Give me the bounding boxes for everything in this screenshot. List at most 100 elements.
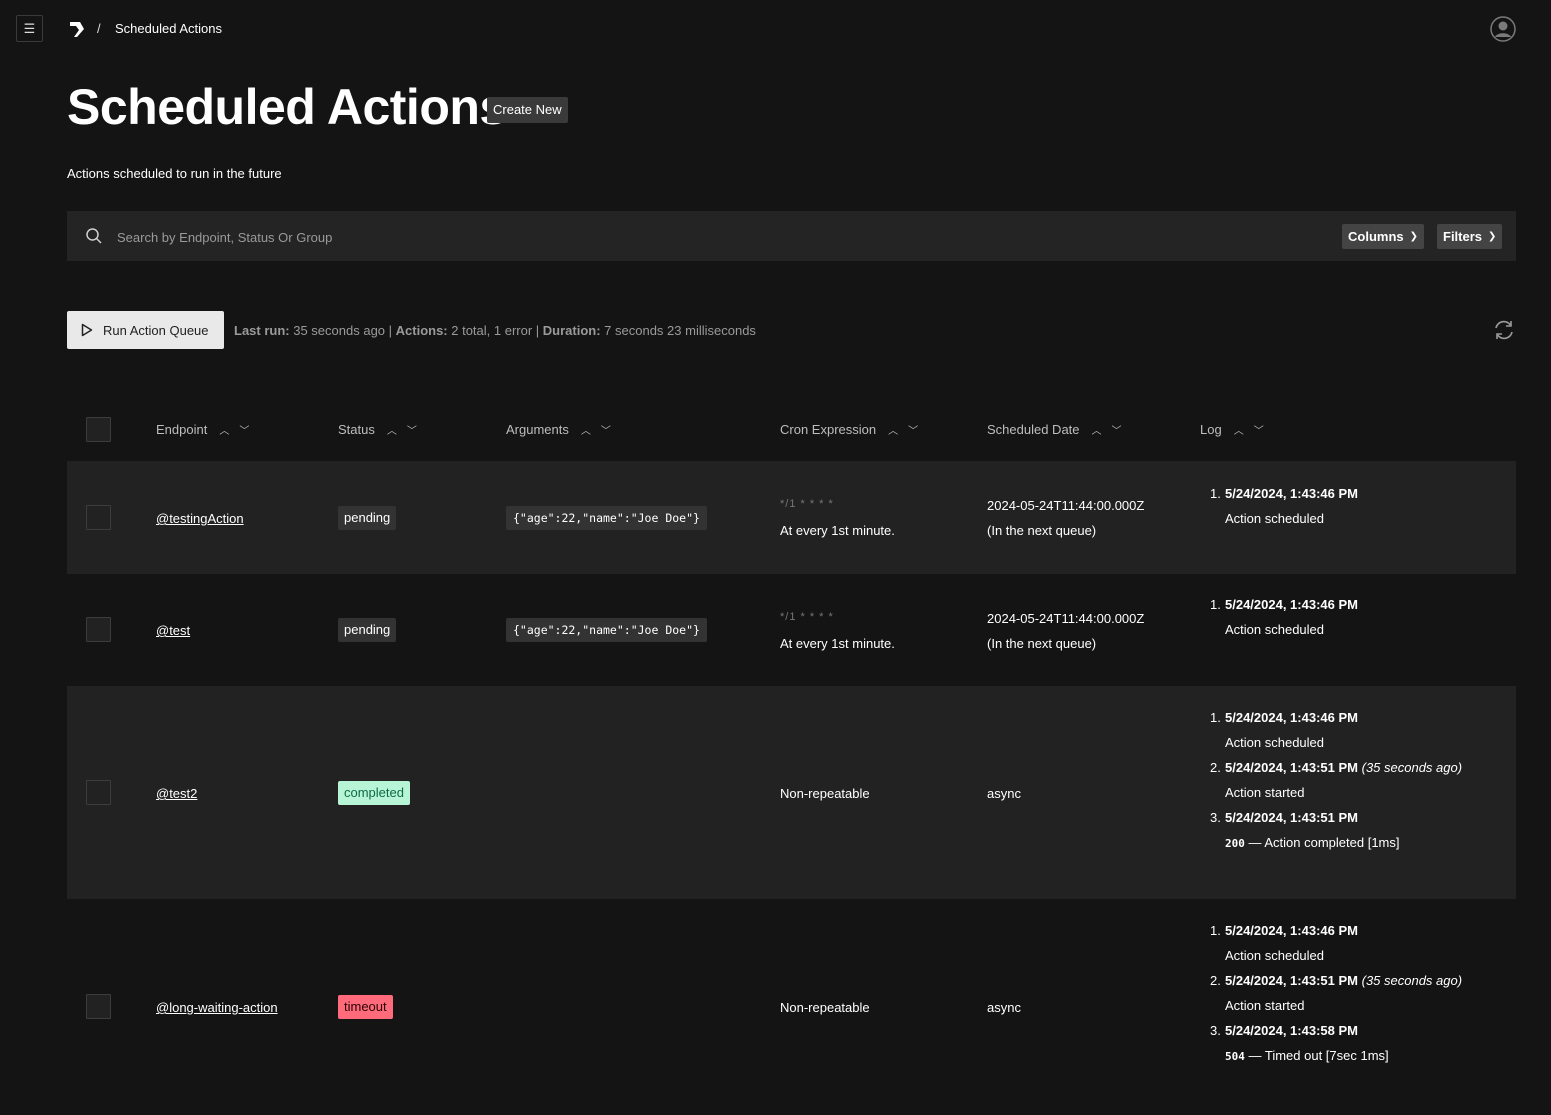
refresh-icon[interactable] <box>1492 319 1516 341</box>
table-row[interactable]: @test2 completed Non-repeatable async 1.… <box>67 686 1516 899</box>
actions-label: Actions: <box>395 323 448 338</box>
log-status-code: 200 <box>1225 837 1245 850</box>
sort-desc-icon[interactable]: ﹀ <box>1254 422 1264 437</box>
log-relative-time: (35 seconds ago) <box>1361 973 1463 988</box>
search-input[interactable] <box>117 225 817 249</box>
log-message: Action scheduled <box>1225 735 1325 750</box>
menu-button[interactable]: ☰ <box>16 15 43 42</box>
sort-asc-icon[interactable]: ︿ <box>581 422 591 437</box>
log-list: 1. 5/24/2024, 1:43:46 PM Action schedule… <box>1210 918 1462 1069</box>
status-badge: pending <box>338 618 397 642</box>
sort-desc-icon[interactable]: ﹀ <box>1112 422 1122 437</box>
log-timestamp: 5/24/2024, 1:43:58 PM <box>1225 1023 1358 1038</box>
sort-asc-icon[interactable]: ︿ <box>888 422 898 437</box>
log-status-code: 504 <box>1225 1050 1245 1063</box>
row-checkbox[interactable] <box>86 617 111 642</box>
last-run-label: Last run: <box>234 323 290 338</box>
log-entry: 1. 5/24/2024, 1:43:46 PM Action schedule… <box>1210 597 1358 637</box>
search-icon <box>86 228 102 244</box>
breadcrumb-separator: / <box>97 21 101 36</box>
log-entry: 2. 5/24/2024, 1:43:51 PM (35 seconds ago… <box>1210 760 1463 800</box>
log-timestamp: 5/24/2024, 1:43:46 PM <box>1225 486 1358 501</box>
log-entry: 1. 5/24/2024, 1:43:46 PM Action schedule… <box>1210 710 1358 750</box>
log-timestamp: 5/24/2024, 1:43:46 PM <box>1225 710 1358 725</box>
user-avatar-icon[interactable] <box>1490 16 1516 42</box>
status-cell: pending <box>338 506 397 530</box>
duration-value: 7 seconds 23 milliseconds <box>600 323 756 338</box>
log-message: Action started <box>1225 785 1305 800</box>
table-row[interactable]: @long-waiting-action timeout Non-repeata… <box>67 899 1516 1115</box>
select-all-checkbox[interactable] <box>86 417 111 442</box>
cron-description: At every 1st minute. <box>780 523 895 538</box>
scheduled-date: async <box>987 1000 1021 1015</box>
log-list: 1. 5/24/2024, 1:43:46 PM Action schedule… <box>1210 481 1358 531</box>
log-message: — Action completed [1ms] <box>1244 835 1400 850</box>
log-list: 1. 5/24/2024, 1:43:46 PM Action schedule… <box>1210 705 1462 856</box>
row-checkbox[interactable] <box>86 505 111 530</box>
page-title: Scheduled Actions <box>67 79 507 135</box>
breadcrumb-current[interactable]: Scheduled Actions <box>115 21 222 36</box>
columns-dropdown[interactable]: Columns ❯ <box>1342 224 1425 249</box>
sort-asc-icon[interactable]: ︿ <box>1234 422 1244 437</box>
scheduled-date: async <box>987 786 1021 801</box>
chevron-down-icon: ❯ <box>1488 231 1497 242</box>
filters-label: Filters <box>1443 229 1483 244</box>
sort-asc-icon[interactable]: ︿ <box>1092 422 1102 437</box>
endpoint-link[interactable]: @test2 <box>156 786 197 801</box>
log-relative-time: (35 seconds ago) <box>1361 760 1463 775</box>
status-badge: pending <box>338 506 397 530</box>
cron-description: Non-repeatable <box>780 786 870 801</box>
row-checkbox[interactable] <box>86 994 111 1019</box>
arguments-json: {"age":22,"name":"Joe Doe"} <box>506 618 707 642</box>
last-run-value: 35 seconds ago | <box>289 323 396 338</box>
table-header: Endpoint ︿ ﹀ Status ︿ ﹀ Arguments ︿ ﹀ Cron … <box>67 410 1516 450</box>
arguments-json: {"age":22,"name":"Joe Doe"} <box>506 506 707 530</box>
status-badge: timeout <box>338 995 393 1019</box>
log-entry: 1. 5/24/2024, 1:43:46 PM Action schedule… <box>1210 486 1358 526</box>
sort-desc-icon[interactable]: ﹀ <box>601 422 611 437</box>
log-timestamp: 5/24/2024, 1:43:46 PM <box>1225 597 1358 612</box>
log-timestamp: 5/24/2024, 1:43:51 PM <box>1225 973 1358 988</box>
column-header-log[interactable]: Log ︿ ﹀ <box>1200 422 1264 437</box>
column-header-endpoint[interactable]: Endpoint ︿ ﹀ <box>156 422 249 437</box>
column-header-scheduled-date[interactable]: Scheduled Date ︿ ﹀ <box>987 422 1122 437</box>
cron-description: At every 1st minute. <box>780 636 895 651</box>
table-row[interactable]: @testingAction pending {"age":22,"name":… <box>67 461 1516 574</box>
log-message: Action scheduled <box>1225 622 1325 637</box>
scheduled-date: 2024-05-24T11:44:00.000Z <box>987 611 1145 626</box>
chevron-down-icon: ❯ <box>1409 231 1419 242</box>
scheduled-date-note: (In the next queue) <box>987 636 1097 651</box>
page-subtitle: Actions scheduled to run in the future <box>67 166 282 181</box>
status-cell: timeout <box>338 995 393 1019</box>
log-list: 1. 5/24/2024, 1:43:46 PM Action schedule… <box>1210 592 1358 642</box>
log-timestamp: 5/24/2024, 1:43:51 PM <box>1225 760 1358 775</box>
cron-expression: */1 * * * * <box>780 611 834 623</box>
column-header-arguments[interactable]: Arguments ︿ ﹀ <box>506 422 611 437</box>
cron-description: Non-repeatable <box>780 1000 870 1015</box>
row-checkbox[interactable] <box>86 780 111 805</box>
endpoint-link[interactable]: @long-waiting-action <box>156 1000 278 1015</box>
log-entry: 3. 5/24/2024, 1:43:51 PM 200 — Action co… <box>1210 810 1400 850</box>
run-action-queue-button[interactable]: Run Action Queue <box>67 311 224 349</box>
search-bar: Columns ❯ Filters ❯ <box>67 211 1516 261</box>
filters-dropdown[interactable]: Filters ❯ <box>1437 224 1503 249</box>
sort-desc-icon[interactable]: ﹀ <box>407 422 417 437</box>
table-row[interactable]: @test pending {"age":22,"name":"Joe Doe"… <box>67 574 1516 686</box>
sort-desc-icon[interactable]: ﹀ <box>239 422 249 437</box>
column-header-status[interactable]: Status ︿ ﹀ <box>338 422 417 437</box>
log-message: Action scheduled <box>1225 948 1325 963</box>
endpoint-link[interactable]: @test <box>156 623 190 638</box>
columns-label: Columns <box>1348 229 1404 244</box>
log-message: — Timed out [7sec 1ms] <box>1244 1048 1389 1063</box>
create-new-button[interactable]: Create New <box>487 97 568 123</box>
endpoint-link[interactable]: @testingAction <box>156 511 244 526</box>
run-action-queue-label: Run Action Queue <box>103 322 209 338</box>
sort-desc-icon[interactable]: ﹀ <box>908 422 918 437</box>
column-header-cron-expression[interactable]: Cron Expression ︿ ﹀ <box>780 422 918 437</box>
sort-asc-icon[interactable]: ︿ <box>219 422 229 437</box>
sort-asc-icon[interactable]: ︿ <box>387 422 397 437</box>
arguments-cell: {"age":22,"name":"Joe Doe"} <box>506 506 707 530</box>
arguments-cell: {"age":22,"name":"Joe Doe"} <box>506 618 707 642</box>
logo-icon[interactable] <box>67 19 87 39</box>
scheduled-date: 2024-05-24T11:44:00.000Z <box>987 498 1145 513</box>
